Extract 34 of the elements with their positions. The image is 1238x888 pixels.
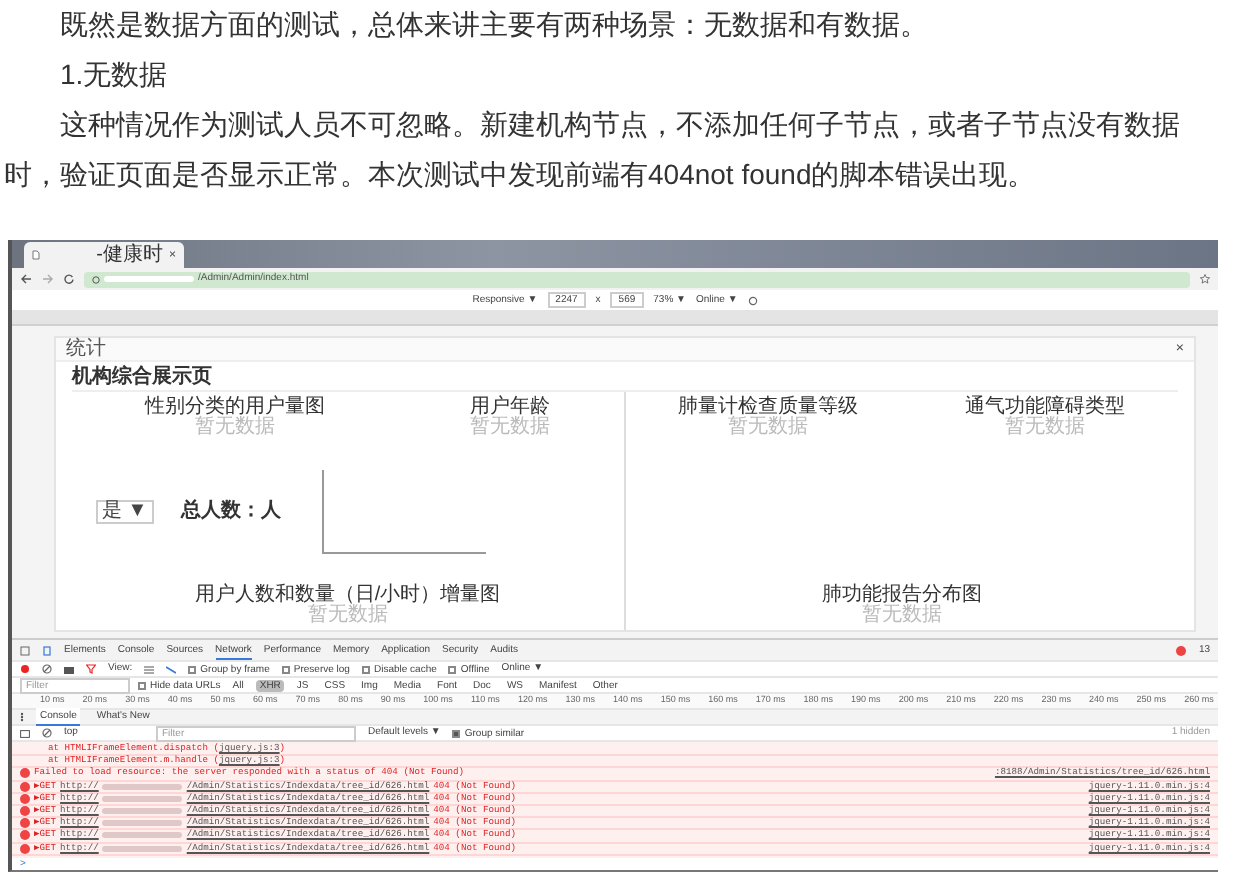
redacted-host — [104, 276, 194, 282]
chart-title: 用户年龄 — [470, 396, 551, 418]
reload-icon[interactable] — [64, 274, 74, 284]
sidebar-icon[interactable] — [20, 729, 30, 737]
chart-subtitle: 暂无数据 — [861, 606, 942, 626]
filter-icon[interactable] — [86, 664, 96, 674]
select-field[interactable]: 是 ▼ — [96, 499, 154, 523]
page-icon — [32, 250, 40, 260]
rotate-icon[interactable] — [747, 295, 758, 305]
chart-title: 肺量计检查质量等级 — [678, 396, 859, 418]
info-icon — [92, 275, 100, 283]
chart-subtitle: 暂无数据 — [1004, 418, 1085, 438]
dialog-title: 统计 — [66, 339, 106, 359]
chart-subtitle: 暂无数据 — [470, 418, 551, 438]
paragraph: 既然是数据方面的测试，总体来讲主要有两种场景：无数据和有数据。 — [58, 6, 930, 44]
clear-icon[interactable] — [42, 664, 52, 674]
device-icon[interactable] — [42, 645, 52, 655]
record-icon[interactable] — [20, 664, 30, 674]
total-label: 总人数：人 — [181, 501, 282, 521]
clear-icon[interactable] — [42, 728, 52, 738]
section-heading: 机构综合展示页 — [72, 366, 1178, 392]
chart-subtitle: 暂无数据 — [194, 418, 275, 438]
chart-title: 肺功能报告分布图 — [821, 584, 982, 606]
paragraph: 1.无数据 — [58, 56, 170, 94]
chart-title: 通气功能障碍类型 — [964, 396, 1125, 418]
star-icon[interactable] — [1200, 274, 1210, 284]
back-icon[interactable] — [20, 274, 32, 284]
inspect-icon[interactable] — [20, 645, 30, 655]
chart-subtitle: 暂无数据 — [728, 418, 809, 438]
paragraph: 这种情况作为测试人员不可忽略。新建机构节点，不添加任何子节点，或者子节点没有数据时，验证页面是否显示正常。本次测试中发现前端有404not found的脚本错误出现。 — [4, 106, 1182, 194]
chart-title: 用户人数和数量（日/小时）增量图 — [194, 584, 501, 606]
chart-subtitle: 暂无数据 — [307, 606, 388, 626]
error-icon — [1176, 645, 1187, 655]
chart-title: 性别分类的用户量图 — [144, 396, 325, 418]
